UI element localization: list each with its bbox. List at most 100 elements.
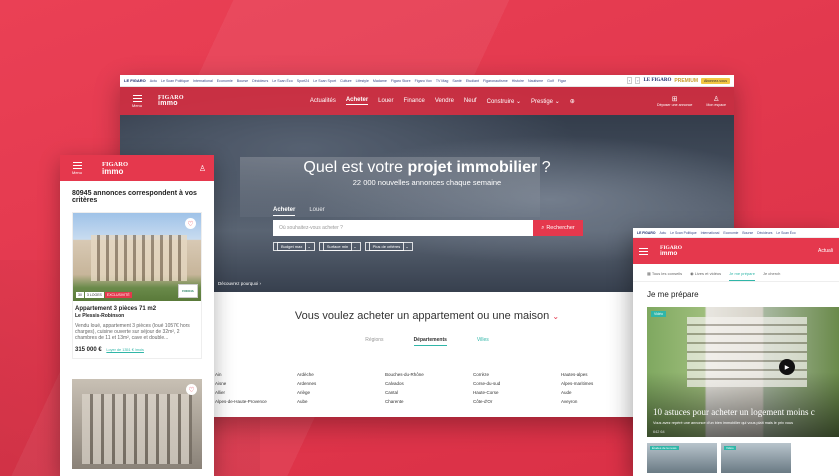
top-link[interactable]: Golf [547, 79, 554, 83]
more-criteria-filter[interactable]: Plus de critères ⌄ [364, 242, 413, 251]
nav-actualites[interactable]: Actualités [310, 98, 336, 104]
tab-je-me-prepare[interactable]: Je me prépare [729, 271, 755, 281]
nav-construire[interactable]: Construire ⌄ [487, 98, 521, 105]
top-link[interactable]: Economie [217, 79, 233, 83]
departement-link[interactable]: Hautes-alpes [561, 372, 641, 377]
article-card[interactable]: Vidéo ▶ 10 astuces pour acheter un logem… [647, 307, 839, 437]
article-thumbnail[interactable]: Études de la news [647, 443, 717, 473]
tab-je-cherche[interactable]: Je cherch [763, 271, 780, 281]
departement-link[interactable]: Alpes-de-Haute-Provence [215, 399, 297, 404]
departement-link[interactable]: Aude [561, 390, 641, 395]
listing-card[interactable]: ♡ 30 3 LOGES EXCLUSIVITÉ FONCIA Appartem… [72, 212, 202, 359]
top-link[interactable]: Santé [452, 79, 461, 83]
tab-departements[interactable]: Départements [413, 337, 447, 346]
top-link[interactable]: Actu [659, 231, 666, 235]
tab-lives-videos[interactable]: ◉ Lives et vidéos [690, 271, 721, 281]
departement-link[interactable]: Allier [215, 390, 297, 395]
top-link[interactable]: Le Scan Politique [670, 231, 696, 235]
top-link[interactable]: Figaro Vox [415, 79, 432, 83]
hamburger-icon[interactable] [639, 247, 648, 255]
figaro-brand[interactable]: LE FIGARO [124, 78, 146, 83]
top-link[interactable]: Histoire [512, 79, 524, 83]
departement-link[interactable]: Aube [297, 399, 385, 404]
nav-louer[interactable]: Louer [378, 98, 393, 104]
tab-louer[interactable]: Louer [309, 207, 324, 216]
departement-link[interactable]: Ariège [297, 390, 385, 395]
departement-link[interactable]: Corrèze [473, 372, 561, 377]
departement-link[interactable]: Calvados [385, 381, 473, 386]
departement-link[interactable]: Corse-du-sud [473, 381, 561, 386]
top-link[interactable]: Economie [723, 231, 738, 235]
departement-link[interactable]: Ardèche [297, 372, 385, 377]
play-icon[interactable]: ▶ [779, 359, 795, 375]
nav-prestige[interactable]: Prestige ⌄ [531, 98, 560, 105]
figaro-logo[interactable]: LE FIGARO [643, 78, 671, 83]
listing-photo[interactable]: ♡ 30 3 LOGES EXCLUSIVITÉ FONCIA [73, 213, 201, 301]
top-link[interactable]: International [701, 231, 720, 235]
favorite-heart-icon[interactable]: ♡ [185, 218, 196, 229]
add-icon[interactable]: ⊕ [570, 98, 575, 105]
listing-title[interactable]: Appartement 3 pièces 71 m2 [75, 306, 199, 312]
top-link[interactable]: Le Scan Politique [161, 79, 189, 83]
tab-regions[interactable]: Régions [365, 337, 383, 346]
article-title[interactable]: 10 astuces pour acheter un logement moin… [653, 407, 815, 417]
nav-vendre[interactable]: Vendre [435, 98, 454, 104]
top-link[interactable]: Le Scan Éco [776, 231, 795, 235]
top-link[interactable]: Actu [150, 79, 157, 83]
top-link[interactable]: TV Mag [436, 79, 449, 83]
departement-link[interactable]: Bouches-du-Rhône [385, 372, 473, 377]
top-link[interactable]: Figar [558, 79, 566, 83]
departement-link[interactable]: Côte-d'Or [473, 399, 561, 404]
departement-link[interactable]: Haute-Corse [473, 390, 561, 395]
departement-link[interactable]: Alpes-maritimes [561, 381, 641, 386]
top-link[interactable]: Etudiant [466, 79, 479, 83]
article-thumbnail[interactable]: Vidéo [721, 443, 791, 473]
figaro-brand[interactable]: LE FIGARO [637, 231, 655, 235]
tab-all-advice[interactable]: ▦ Tous les conseils [647, 271, 682, 281]
top-link[interactable]: Culture [340, 79, 352, 83]
top-link[interactable]: Le Scan Sport [313, 79, 336, 83]
top-link[interactable]: Figaro Store [391, 79, 411, 83]
departement-link[interactable]: Aveyron [561, 399, 641, 404]
post-ad-button[interactable]: ⊞ Déposer une annonce [657, 95, 692, 107]
search-button[interactable]: ⌕ Rechercher [533, 220, 583, 236]
departement-link[interactable]: Ardennes [297, 381, 385, 386]
nav-acheter[interactable]: Acheter [345, 97, 369, 105]
chevron-left-icon[interactable]: ‹ [626, 77, 633, 84]
departement-link[interactable]: Ain [215, 372, 297, 377]
discover-link[interactable]: Découvrez pourquoi › [218, 281, 261, 286]
my-space-button[interactable]: ♙ Mon espace [706, 95, 726, 107]
rent-link[interactable]: Loyer de 1351 € /mois [106, 348, 144, 352]
listing-card-photo[interactable]: ♡ [72, 379, 202, 469]
top-link[interactable]: Figaronautisme [483, 79, 508, 83]
departement-link[interactable]: Cantal [385, 390, 473, 395]
favorite-heart-icon[interactable]: ♡ [186, 384, 197, 395]
figaro-immo-logo[interactable]: FIGARO immo [660, 245, 682, 257]
top-link[interactable]: Sport24 [297, 79, 310, 83]
top-link[interactable]: Bourse [237, 79, 248, 83]
departement-link[interactable]: Aisne [215, 381, 297, 386]
tab-villes[interactable]: Villes [477, 337, 489, 346]
nav-finance[interactable]: Finance [404, 98, 425, 104]
top-link[interactable]: Madame [373, 79, 387, 83]
search-input[interactable]: Où souhaitez-vous acheter ? [273, 220, 533, 236]
nav-actualites[interactable]: Actuali [818, 248, 833, 254]
top-link[interactable]: International [193, 79, 213, 83]
top-link[interactable]: Nautisme [528, 79, 543, 83]
menu-button[interactable]: Menu [128, 94, 146, 108]
budget-filter[interactable]: Budget max ⌄ [273, 242, 315, 251]
top-link[interactable]: Le Scan Éco [272, 79, 292, 83]
departement-link[interactable]: Charente [385, 399, 473, 404]
tab-acheter[interactable]: Acheter [273, 207, 296, 216]
mobile-menu-button[interactable]: Menu [68, 161, 86, 175]
figaro-immo-logo[interactable]: FIGARO immo [158, 95, 184, 107]
article-subtitle: Vous avez repéré une annonce d'un bien i… [653, 421, 794, 425]
top-link[interactable]: Lifestyle [356, 79, 369, 83]
top-link[interactable]: Décideurs [757, 231, 772, 235]
surface-filter[interactable]: Surface min ⌄ [318, 242, 361, 251]
chevron-right-icon[interactable]: › [635, 77, 641, 84]
top-link[interactable]: Bourse [742, 231, 753, 235]
nav-neuf[interactable]: Neuf [464, 98, 477, 104]
subscribe-button[interactable]: Abonnez-vous [701, 77, 730, 84]
top-link[interactable]: Décideurs [252, 79, 268, 83]
